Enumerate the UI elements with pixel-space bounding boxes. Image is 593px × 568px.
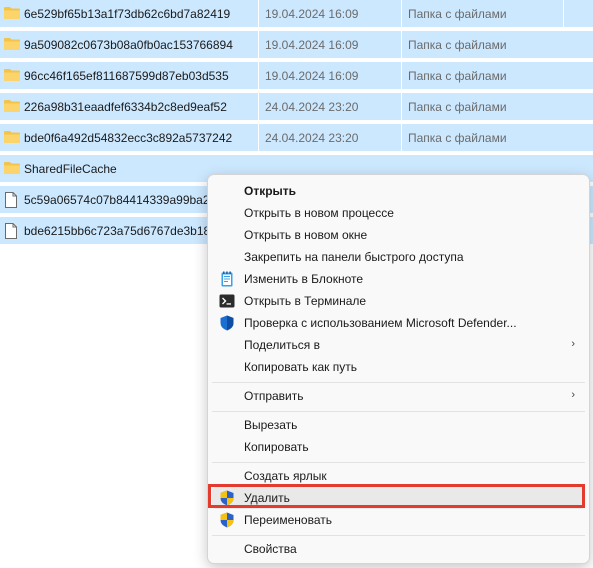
file-type: Папка с файлами	[408, 69, 507, 83]
menu-separator	[212, 411, 585, 412]
file-name: 5c59a06574c07b84414339a99ba23fb	[24, 193, 227, 207]
menu-item-open-terminal[interactable]: Открыть в Терминале	[212, 290, 585, 312]
uac-shield-icon	[219, 512, 235, 528]
file-type: Папка с файлами	[408, 100, 507, 114]
folder-icon	[4, 6, 20, 20]
menu-item-send-to[interactable]: Отправить ›	[212, 385, 585, 407]
file-date: 19.04.2024 16:09	[265, 7, 359, 21]
file-row[interactable]: 9a509082c0673b08a0fb0ac153766894 19.04.2…	[0, 31, 593, 58]
file-row[interactable]: bde0f6a492d54832ecc3c892a5737242 24.04.2…	[0, 124, 593, 151]
uac-shield-icon	[219, 490, 235, 506]
menu-item-defender-scan[interactable]: Проверка с использованием Microsoft Defe…	[212, 312, 585, 334]
menu-item-cut[interactable]: Вырезать	[212, 414, 585, 436]
menu-item-copy[interactable]: Копировать	[212, 436, 585, 458]
folder-icon	[4, 161, 20, 175]
file-date: 24.04.2024 23:20	[265, 100, 359, 114]
file-name: SharedFileCache	[24, 162, 117, 176]
file-name: bde0f6a492d54832ecc3c892a5737242	[24, 131, 233, 145]
menu-item-rename[interactable]: Переименовать	[212, 509, 585, 531]
menu-item-pin-quick-access[interactable]: Закрепить на панели быстрого доступа	[212, 246, 585, 268]
menu-item-open-new-window[interactable]: Открыть в новом окне	[212, 224, 585, 246]
terminal-icon	[219, 293, 235, 309]
menu-item-edit-notepad[interactable]: Изменить в Блокноте	[212, 268, 585, 290]
menu-item-open[interactable]: Открыть	[212, 180, 585, 202]
file-name: 226a98b31eaadfef6334b2c8ed9eaf52	[24, 100, 227, 114]
file-type: Папка с файлами	[408, 131, 507, 145]
folder-icon	[4, 99, 20, 113]
file-name: 96cc46f165ef811687599d87eb03d535	[24, 69, 229, 83]
menu-item-open-new-process[interactable]: Открыть в новом процессе	[212, 202, 585, 224]
defender-shield-icon	[219, 315, 235, 331]
chevron-right-icon: ›	[571, 338, 575, 350]
menu-item-delete[interactable]: Удалить	[212, 487, 585, 509]
file-row[interactable]: 226a98b31eaadfef6334b2c8ed9eaf52 24.04.2…	[0, 93, 593, 120]
file-row[interactable]: 6e529bf65b13a1f73db62c6bd7a82419 19.04.2…	[0, 0, 593, 27]
folder-icon	[4, 68, 20, 82]
file-name: 6e529bf65b13a1f73db62c6bd7a82419	[24, 7, 231, 21]
file-type: Папка с файлами	[408, 7, 507, 21]
chevron-right-icon: ›	[571, 389, 575, 401]
file-date: 19.04.2024 16:09	[265, 38, 359, 52]
menu-separator	[212, 382, 585, 383]
menu-separator	[212, 535, 585, 536]
menu-item-properties[interactable]: Свойства	[212, 538, 585, 560]
menu-separator	[212, 462, 585, 463]
notepad-icon	[219, 271, 235, 287]
folder-icon	[4, 130, 20, 144]
folder-icon	[4, 37, 20, 51]
menu-item-copy-as-path[interactable]: Копировать как путь	[212, 356, 585, 378]
menu-item-share-to[interactable]: Поделиться в ›	[212, 334, 585, 356]
file-date: 24.04.2024 23:20	[265, 131, 359, 145]
context-menu: Открыть Открыть в новом процессе Открыть…	[207, 174, 590, 564]
file-name: bde6215bb6c723a75d6767de3b18b	[24, 224, 217, 238]
file-date: 19.04.2024 16:09	[265, 69, 359, 83]
menu-item-create-shortcut[interactable]: Создать ярлык	[212, 465, 585, 487]
file-row[interactable]: 96cc46f165ef811687599d87eb03d535 19.04.2…	[0, 62, 593, 89]
file-icon	[4, 223, 20, 239]
file-icon	[4, 192, 20, 208]
file-type: Папка с файлами	[408, 38, 507, 52]
file-name: 9a509082c0673b08a0fb0ac153766894	[24, 38, 233, 52]
